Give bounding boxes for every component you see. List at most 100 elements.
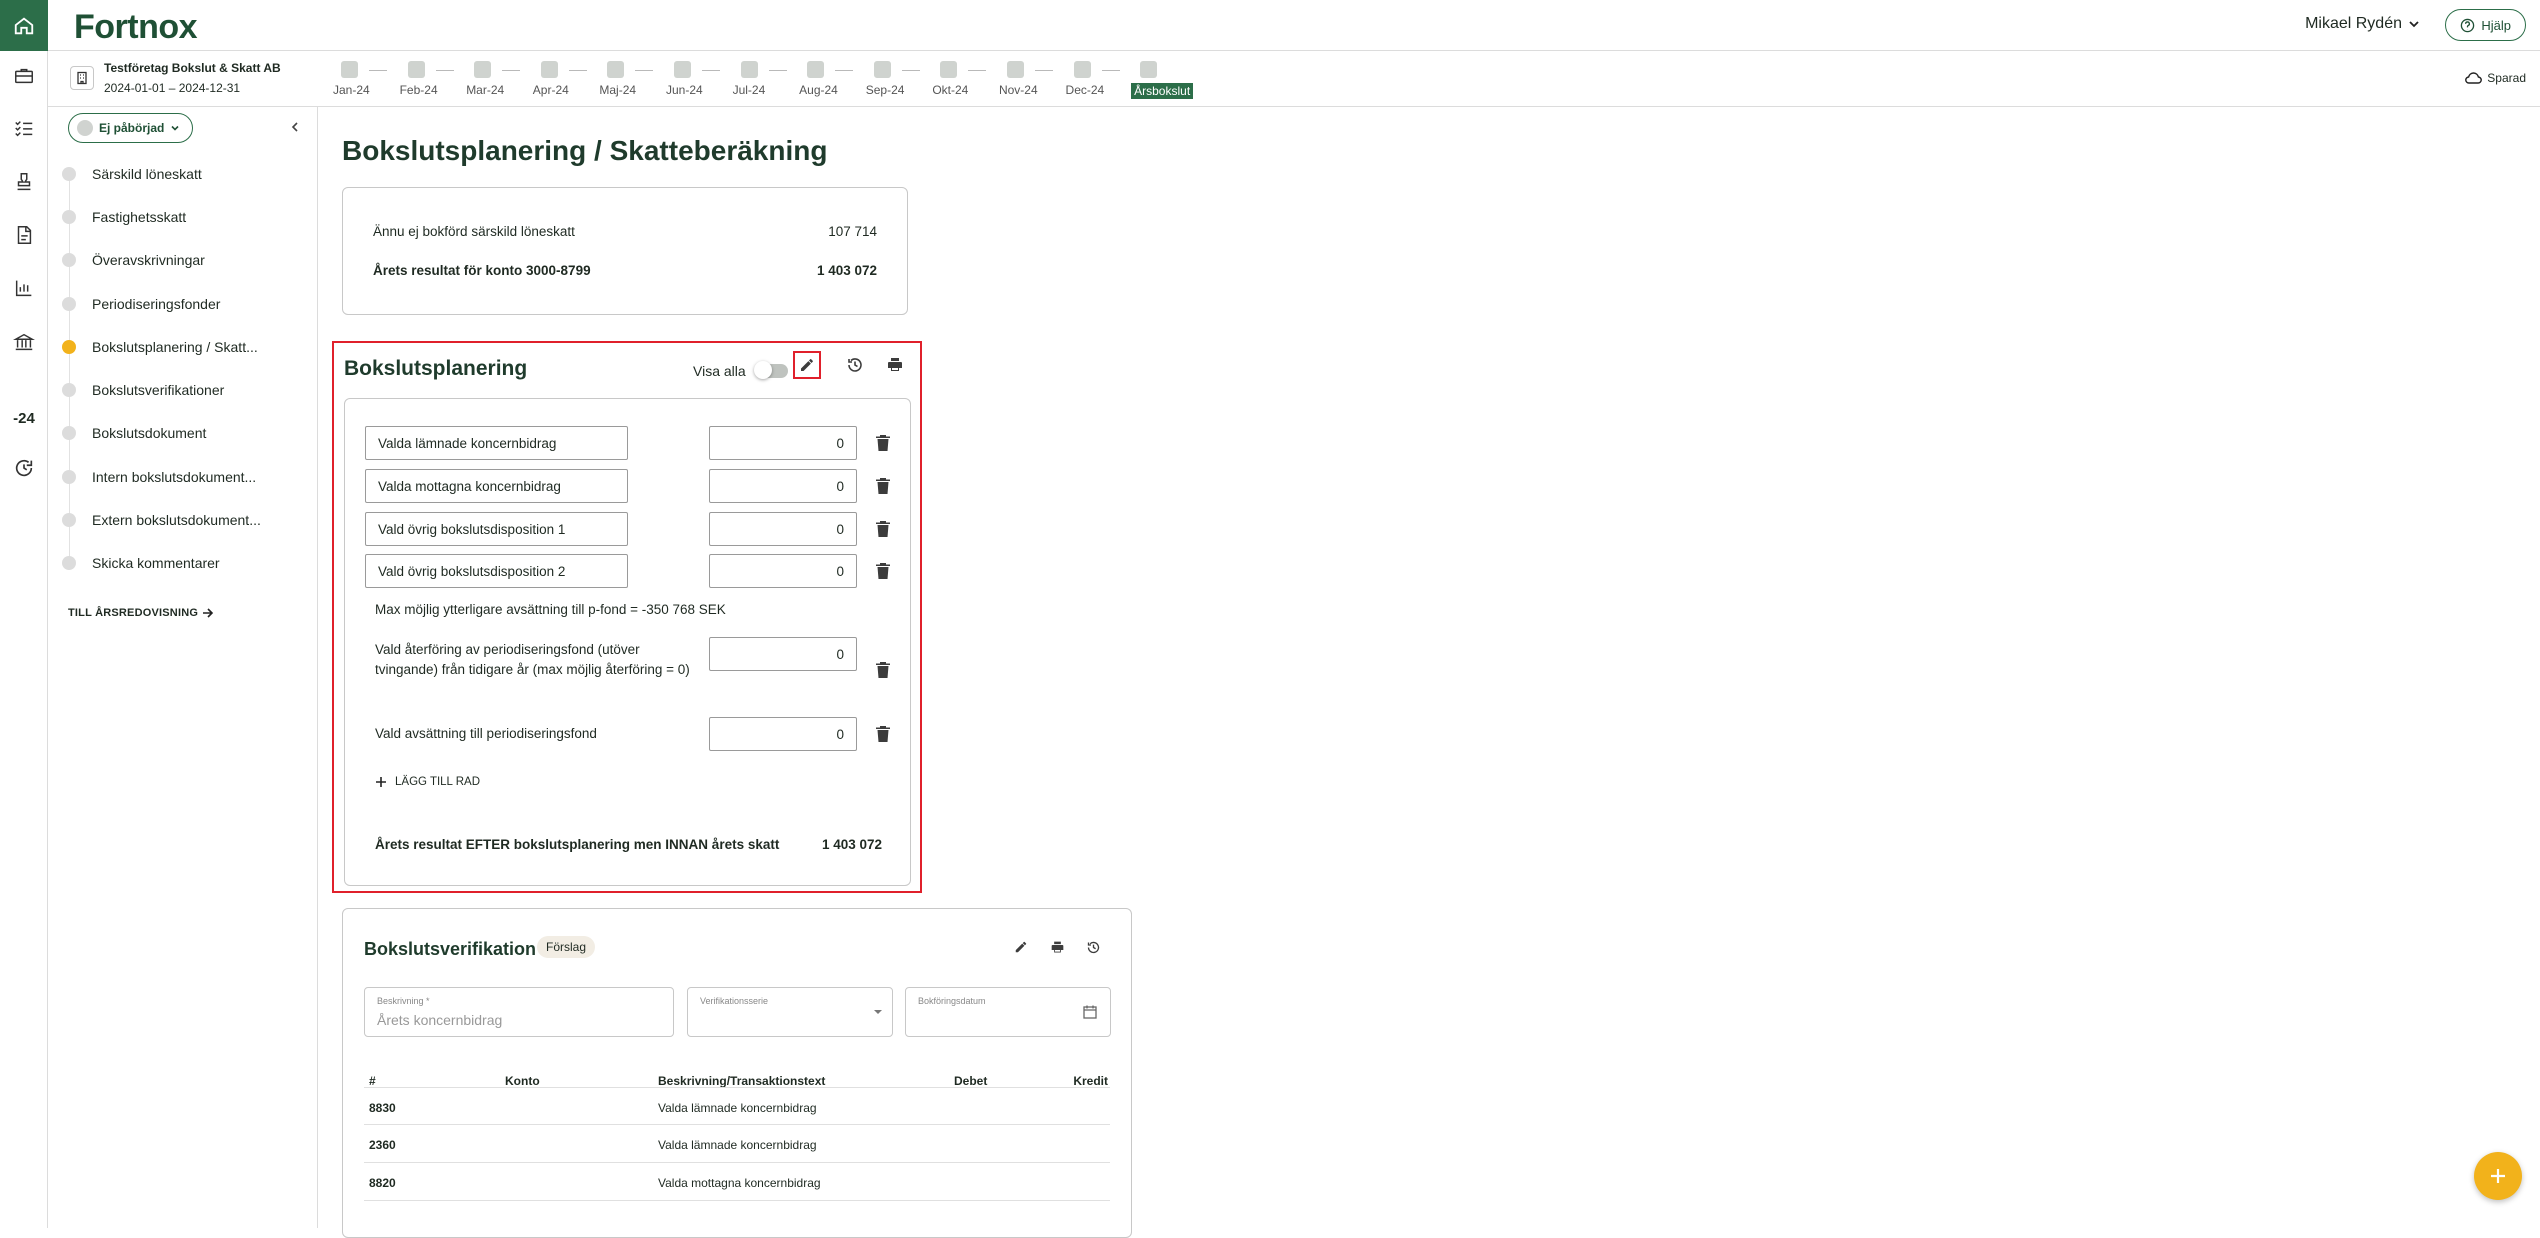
company-name: Testföretag Bokslut & Skatt AB xyxy=(104,61,281,75)
step-item[interactable]: Extern bokslutsdokument... xyxy=(62,498,312,541)
top-bar: Fortnox Mikael Rydén Hjälp xyxy=(48,0,2540,51)
row-label-input[interactable]: Vald övrig bokslutsdisposition 1 xyxy=(365,512,628,546)
month-step[interactable]: Mar-24 xyxy=(466,59,533,99)
toggle-switch[interactable] xyxy=(753,361,788,379)
month-step[interactable]: Jun-24 xyxy=(666,59,733,99)
month-step-arsbokslut[interactable]: Årsbokslut xyxy=(1131,59,1199,99)
fortnox-logo[interactable]: Fortnox xyxy=(74,8,198,47)
series-select[interactable]: Verifikationsserie xyxy=(687,987,893,1037)
checklist-icon[interactable] xyxy=(0,108,48,148)
step-dot xyxy=(62,556,76,571)
step-dot xyxy=(62,469,76,484)
step-item[interactable]: Bokslutsverifikationer xyxy=(62,368,312,411)
allocation-value-input[interactable]: 0 xyxy=(709,717,857,751)
edit-pencil-icon[interactable] xyxy=(1011,937,1031,957)
cell-nr: 8830 xyxy=(369,1101,396,1115)
bank-icon[interactable] xyxy=(0,322,48,362)
cloud-icon xyxy=(2465,72,2483,84)
history-icon[interactable] xyxy=(1083,937,1103,957)
step-dot xyxy=(62,426,76,441)
row-value-input[interactable]: 0 xyxy=(709,469,857,503)
month-label: Okt-24 xyxy=(932,83,969,97)
trash-icon[interactable] xyxy=(875,725,891,743)
chevron-down-icon xyxy=(171,125,179,131)
step-item[interactable]: Fastighetsskatt xyxy=(62,195,312,238)
add-row-button[interactable]: LÄGG TILL RAD xyxy=(375,776,480,788)
month-step[interactable]: Maj-24 xyxy=(599,59,666,99)
month-step[interactable]: Feb-24 xyxy=(400,59,467,99)
month-step[interactable]: Jul-24 xyxy=(733,59,800,99)
edit-pencil-icon[interactable] xyxy=(793,351,821,379)
row-value-input[interactable]: 0 xyxy=(709,554,857,588)
trash-icon[interactable] xyxy=(875,477,891,495)
month-step[interactable]: Aug-24 xyxy=(799,59,866,99)
building-icon xyxy=(70,66,94,90)
summary-value: 1 403 072 xyxy=(816,263,877,278)
step-dot-active xyxy=(62,339,76,354)
month-step[interactable]: Okt-24 xyxy=(932,59,999,99)
step-item[interactable]: Särskild löneskatt xyxy=(62,152,312,195)
col-description: Beskrivning/Transaktionstext xyxy=(658,1074,826,1088)
summary-label: Årets resultat för konto 3000-8799 xyxy=(373,263,591,278)
col-debet: Debet xyxy=(954,1074,988,1088)
table-row[interactable]: 8820 Valda mottagna koncernbidrag xyxy=(364,1163,1110,1201)
month-step[interactable]: Jan-24 xyxy=(333,59,400,99)
month-step[interactable]: Dec-24 xyxy=(1066,59,1133,99)
trash-icon[interactable] xyxy=(875,562,891,580)
description-field[interactable]: Beskrivning * Årets koncernbidrag xyxy=(364,987,674,1037)
summary-row: Årets resultat för konto 3000-8799 1 403… xyxy=(373,263,877,278)
cell-nr: 2360 xyxy=(369,1138,396,1152)
user-menu[interactable]: Mikael Rydén xyxy=(2305,15,2420,33)
month-step[interactable]: Nov-24 xyxy=(999,59,1066,99)
help-button[interactable]: Hjälp xyxy=(2445,9,2526,41)
collapse-sidebar-icon[interactable] xyxy=(289,120,301,138)
total-value: 1 403 072 xyxy=(821,837,882,852)
print-icon[interactable] xyxy=(1047,937,1067,957)
chart-icon[interactable] xyxy=(0,268,48,308)
step-item[interactable]: Överavskrivningar xyxy=(62,239,312,282)
step-list: Särskild löneskatt Fastighetsskatt Övera… xyxy=(62,152,312,585)
briefcase-icon[interactable] xyxy=(0,56,48,96)
row-label-input[interactable]: Valda mottagna koncernbidrag xyxy=(365,469,628,503)
show-all-toggle[interactable]: Visa alla xyxy=(693,361,788,379)
add-row-label: LÄGG TILL RAD xyxy=(395,776,481,788)
trash-icon[interactable] xyxy=(875,661,891,679)
col-kredit: Kredit xyxy=(1073,1074,1108,1088)
table-row[interactable]: 8830 Valda lämnade koncernbidrag xyxy=(364,1087,1110,1125)
add-fab-button[interactable] xyxy=(2474,1152,2522,1200)
calendar-icon[interactable] xyxy=(1082,1004,1098,1020)
step-item[interactable]: Skicka kommentarer xyxy=(62,542,312,585)
document-icon[interactable] xyxy=(0,215,48,255)
month-step[interactable]: Sep-24 xyxy=(866,59,933,99)
row-label-input[interactable]: Vald övrig bokslutsdisposition 2 xyxy=(365,554,628,588)
saved-label: Sparad xyxy=(2487,71,2526,85)
status-dropdown[interactable]: Ej påbörjad xyxy=(68,113,194,143)
month-step[interactable]: Apr-24 xyxy=(533,59,600,99)
booking-date-field[interactable]: Bokföringsdatum xyxy=(905,987,1111,1037)
step-label: Bokslutsplanering / Skatt... xyxy=(92,338,258,355)
cell-text: Valda lämnade koncernbidrag xyxy=(658,1101,817,1115)
stamp-icon[interactable] xyxy=(0,162,48,202)
history-icon[interactable] xyxy=(845,355,865,375)
table-row[interactable]: 2360 Valda lämnade koncernbidrag xyxy=(364,1125,1110,1163)
step-item[interactable]: Periodiseringsfonder xyxy=(62,282,312,325)
help-label: Hjälp xyxy=(2481,17,2511,33)
row-value-input[interactable]: 0 xyxy=(709,512,857,546)
total-label: Årets resultat EFTER bokslutsplanering m… xyxy=(375,837,780,852)
trash-icon[interactable] xyxy=(875,434,891,452)
col-nr: # xyxy=(369,1074,376,1088)
step-item[interactable]: Bokslutsdokument xyxy=(62,412,312,455)
home-icon[interactable] xyxy=(0,0,48,51)
company-selector[interactable]: Testföretag Bokslut & Skatt AB 2024-01-0… xyxy=(70,61,281,95)
trash-icon[interactable] xyxy=(875,520,891,538)
print-icon[interactable] xyxy=(885,355,905,375)
reversal-value-input[interactable]: 0 xyxy=(709,637,857,671)
to-annual-report-link[interactable]: TILL ÅRSREDOVISNING xyxy=(68,607,214,619)
step-item-active[interactable]: Bokslutsplanering / Skatt... xyxy=(62,325,312,368)
step-item[interactable]: Intern bokslutsdokument... xyxy=(62,455,312,498)
field-label: Bokföringsdatum xyxy=(918,996,986,1006)
year-shortcut[interactable]: -24 xyxy=(0,398,48,438)
row-label-input[interactable]: Valda lämnade koncernbidrag xyxy=(365,426,628,460)
refresh-icon[interactable] xyxy=(0,448,48,488)
row-value-input[interactable]: 0 xyxy=(709,426,857,460)
